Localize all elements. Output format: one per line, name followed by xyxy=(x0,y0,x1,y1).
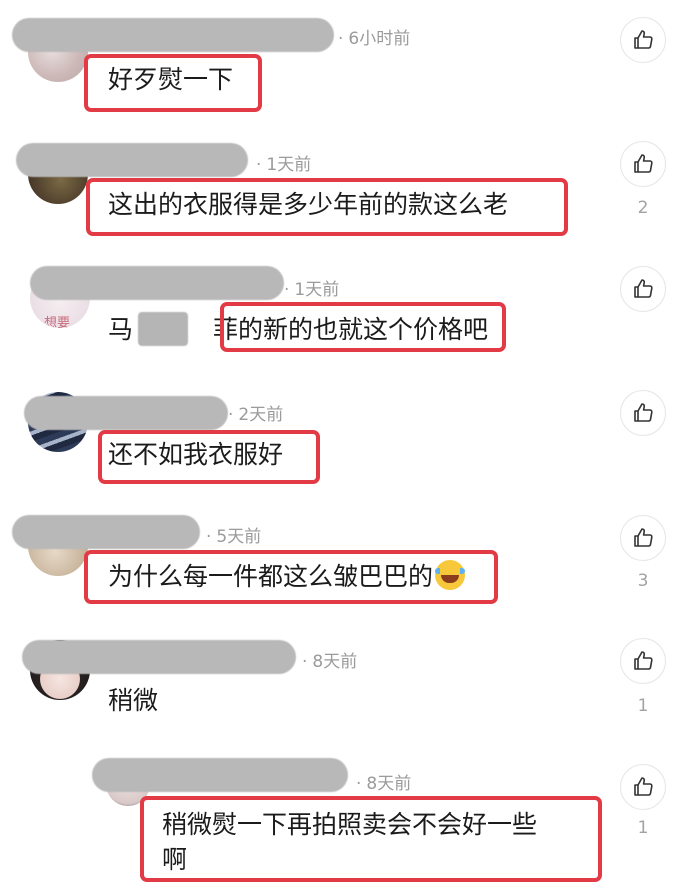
like-count: 1 xyxy=(637,818,649,838)
like-count: 3 xyxy=(637,571,649,591)
comment-time: · 5天前 xyxy=(206,527,262,547)
like-button[interactable] xyxy=(620,141,666,187)
username-redacted[interactable] xyxy=(12,515,200,549)
username-redacted[interactable] xyxy=(24,396,228,430)
thumbs-up-icon xyxy=(634,528,653,547)
username-redacted[interactable] xyxy=(30,266,284,300)
like-button[interactable] xyxy=(620,390,666,436)
comment-time: · 8天前 xyxy=(302,652,358,672)
username-redacted[interactable] xyxy=(92,758,348,792)
like-button[interactable] xyxy=(620,266,666,312)
thumbs-up-icon xyxy=(634,279,653,298)
thumbs-up-icon xyxy=(634,154,653,173)
thumbs-up-icon xyxy=(634,403,653,422)
comment-time: · 8天前 xyxy=(356,774,412,794)
highlight-box xyxy=(84,550,498,604)
thumbs-up-icon xyxy=(634,30,653,49)
like-button[interactable] xyxy=(620,638,666,684)
like-button[interactable] xyxy=(620,515,666,561)
like-count: 1 xyxy=(637,696,649,716)
username-redacted[interactable] xyxy=(16,143,248,177)
redacted-text xyxy=(138,312,188,346)
comment-text: 稍微 xyxy=(108,686,159,715)
comment-time: · 1天前 xyxy=(284,280,340,300)
highlight-box xyxy=(220,302,506,352)
thumbs-up-icon xyxy=(634,777,653,796)
highlight-box xyxy=(84,54,262,112)
comment-time: · 2天前 xyxy=(228,405,284,425)
username-redacted[interactable] xyxy=(22,640,296,674)
comment-time: · 6小时前 xyxy=(338,29,411,49)
thumbs-up-icon xyxy=(634,651,653,670)
like-count: 2 xyxy=(637,198,649,218)
highlight-box xyxy=(140,796,602,882)
highlight-box xyxy=(98,430,320,484)
username-redacted[interactable] xyxy=(12,18,334,52)
like-button[interactable] xyxy=(620,764,666,810)
comment-time: · 1天前 xyxy=(256,155,312,175)
highlight-box xyxy=(86,178,568,236)
like-button[interactable] xyxy=(620,17,666,63)
avatar-caption: 想要 xyxy=(44,316,71,328)
